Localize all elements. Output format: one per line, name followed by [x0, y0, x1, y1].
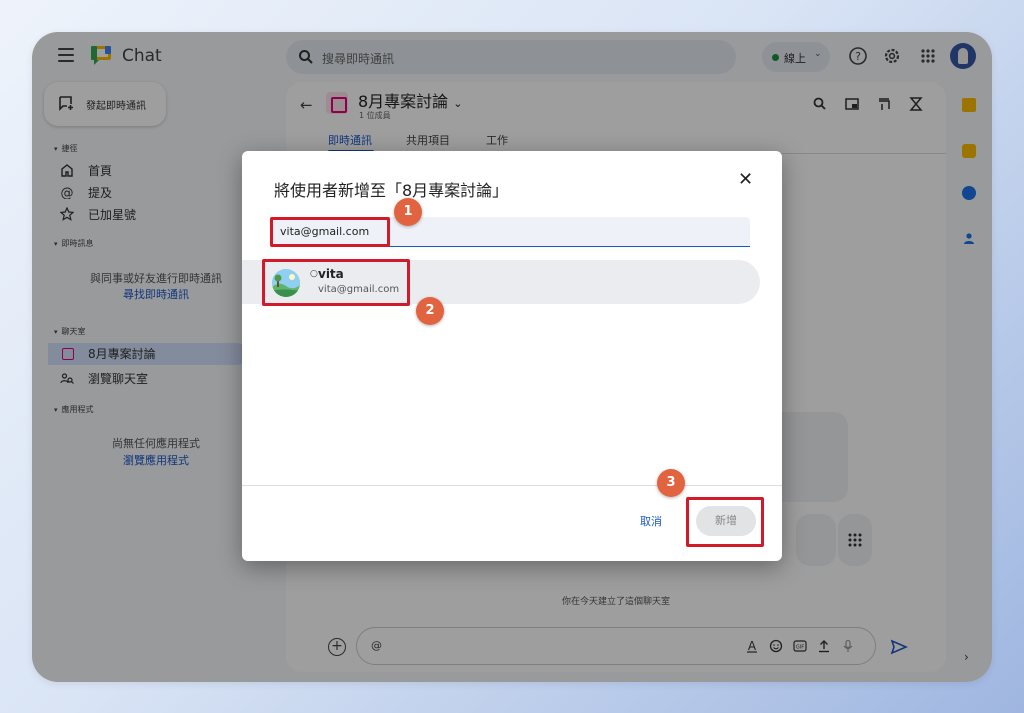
- step-badge-2: 2: [416, 297, 444, 325]
- dialog-divider: [242, 485, 782, 486]
- highlight-box-add-button: [686, 497, 764, 547]
- close-icon[interactable]: ✕: [738, 169, 753, 190]
- highlight-box-suggestion: [262, 259, 410, 306]
- highlight-box-input: [270, 217, 390, 247]
- step-badge-3: 3: [657, 469, 685, 497]
- dialog-title: 將使用者新增至「8月專案討論」: [274, 181, 509, 200]
- cancel-button[interactable]: 取消: [640, 513, 662, 529]
- step-badge-1: 1: [394, 198, 422, 226]
